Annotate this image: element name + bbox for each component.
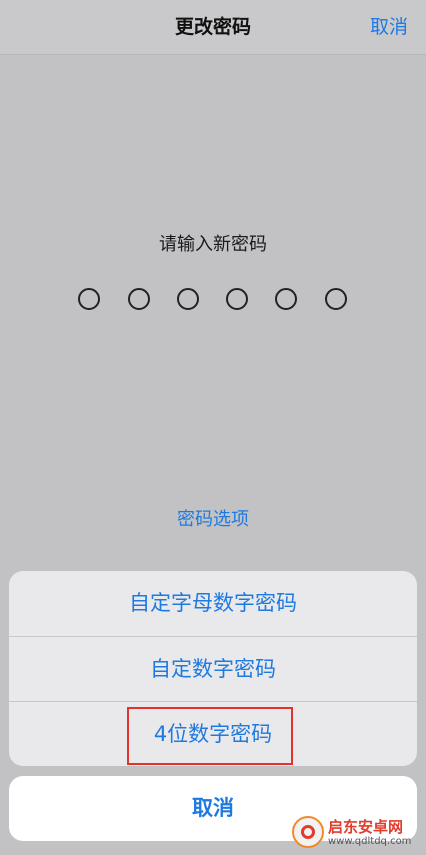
option-custom-numeric[interactable]: 自定数字密码	[9, 637, 417, 702]
passcode-prompt: 请输入新密码	[159, 234, 267, 255]
watermark-title: 启东安卓网	[328, 818, 404, 836]
passcode-dot	[128, 288, 150, 310]
watermark-url: www.qdltdq.com	[328, 836, 412, 847]
navigation-bar: 更改密码 取消	[0, 0, 426, 55]
watermark-logo-icon	[292, 816, 324, 848]
passcode-dot	[226, 288, 248, 310]
highlight-annotation-box	[127, 707, 293, 765]
page-title: 更改密码	[174, 16, 251, 38]
passcode-dot	[78, 288, 100, 310]
option-custom-alphanumeric[interactable]: 自定字母数字密码	[9, 571, 417, 636]
passcode-dot	[275, 288, 297, 310]
passcode-dot	[177, 288, 199, 310]
nav-cancel-button[interactable]: 取消	[370, 0, 408, 54]
watermark-logo-inner	[301, 825, 315, 839]
passcode-dot	[325, 288, 347, 310]
site-watermark: 启东安卓网 www.qdltdq.com	[292, 812, 420, 852]
passcode-options-link[interactable]: 密码选项	[0, 505, 426, 531]
